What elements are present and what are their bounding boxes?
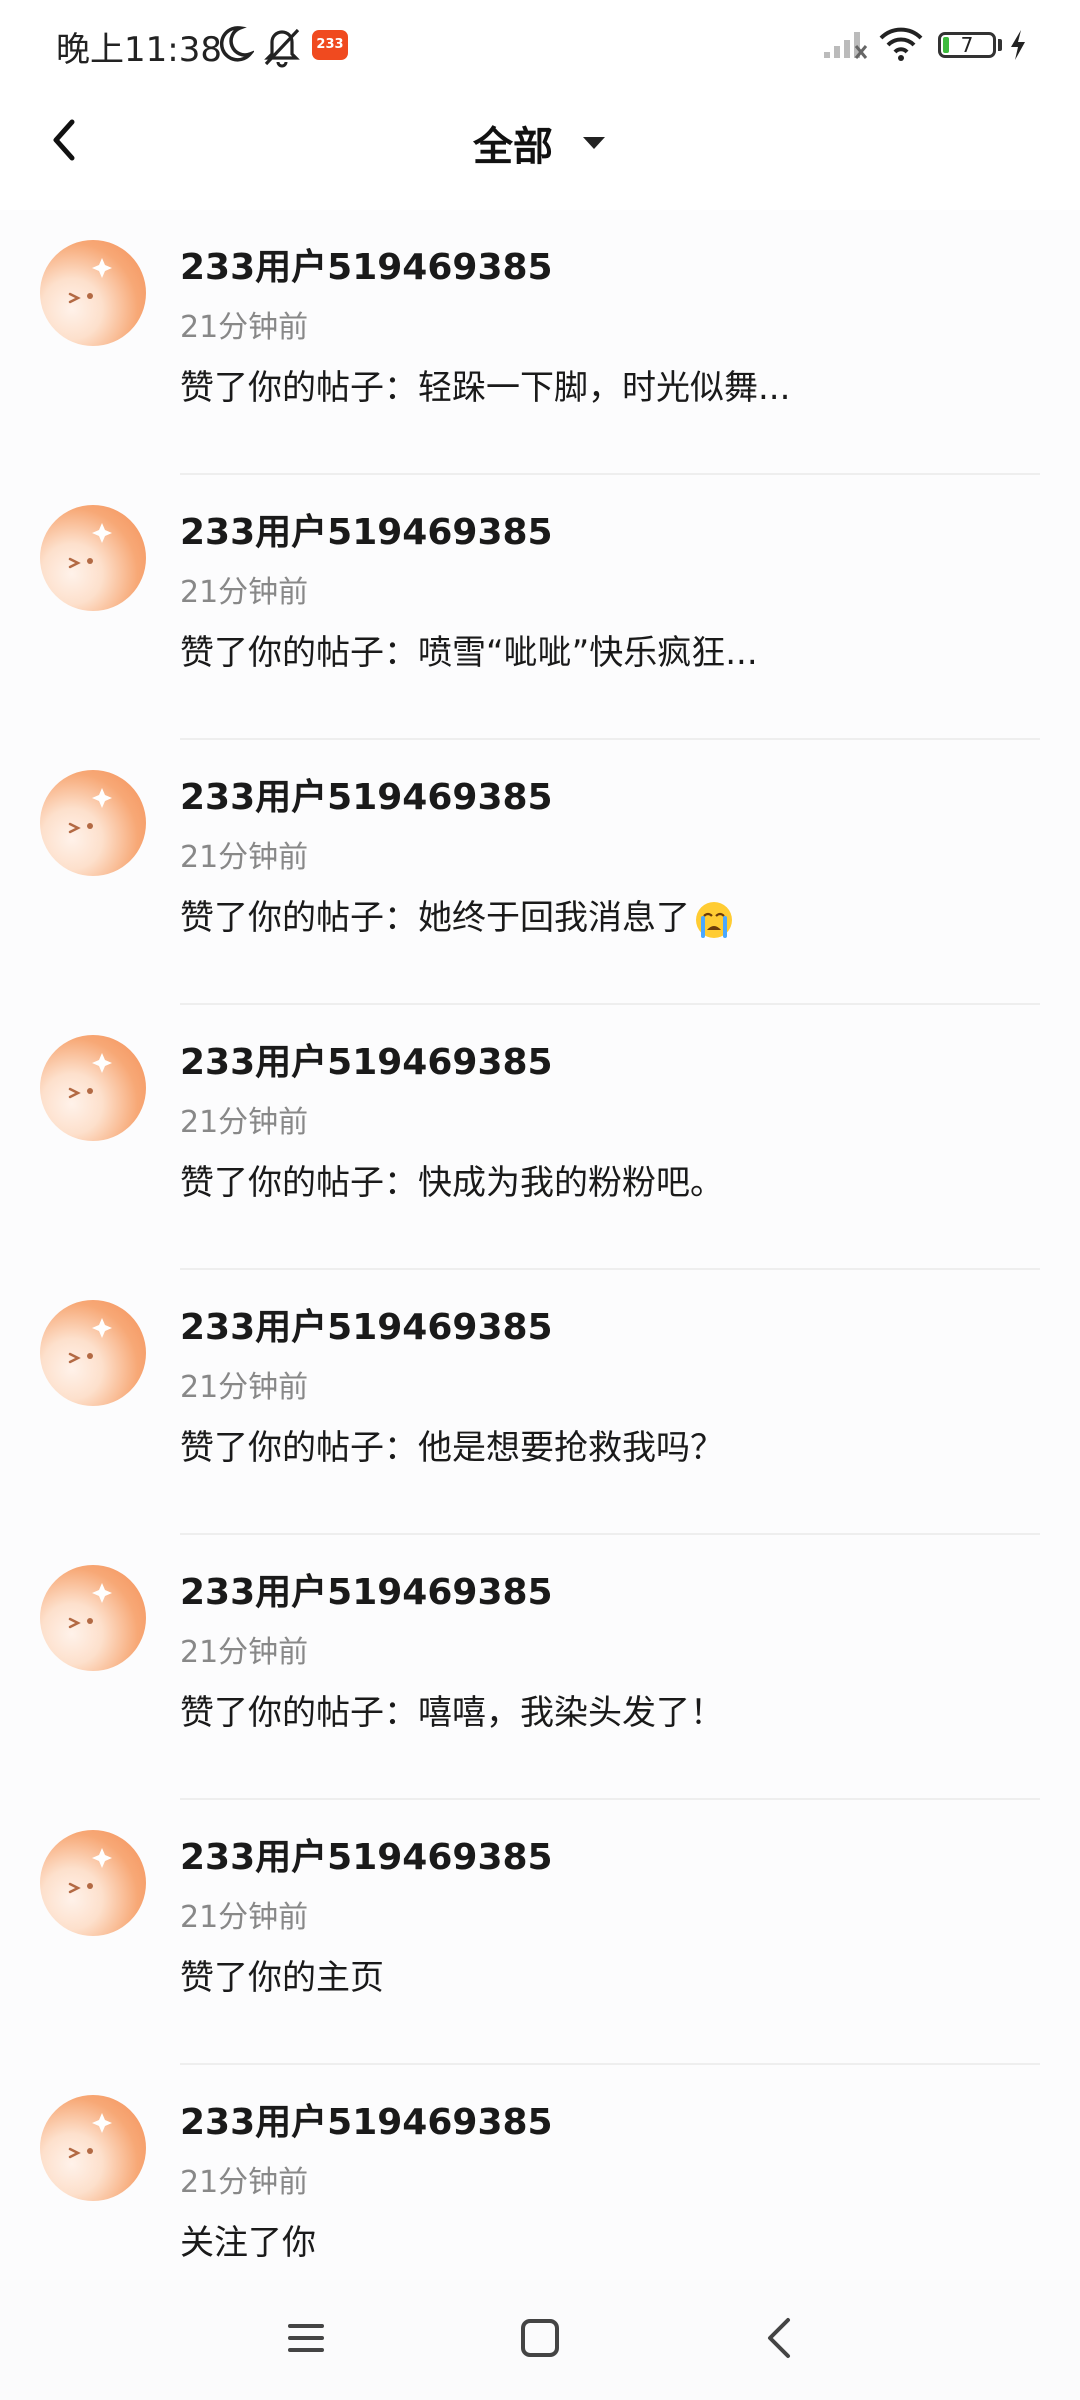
notification-text: 赞了你的帖子：喷雪“呲呲”快乐疯狂...: [180, 625, 758, 674]
avatar[interactable]: [40, 2095, 146, 2201]
home-square-icon[interactable]: [510, 2308, 570, 2368]
username[interactable]: 233用户519469385: [180, 768, 553, 820]
avatar-face-icon: [68, 258, 112, 304]
username[interactable]: 233用户519469385: [180, 503, 553, 555]
system-nav-bar: [0, 2280, 1080, 2400]
status-bar: 晚上11:38 233 7: [0, 0, 1080, 96]
avatar-face-icon: [68, 1053, 112, 1099]
username[interactable]: 233用户519469385: [180, 1828, 553, 1880]
avatar-face-icon: [68, 1318, 112, 1364]
menu-icon[interactable]: [276, 2308, 336, 2368]
timestamp: 21分钟前: [180, 1370, 309, 1405]
moon-icon: [219, 26, 254, 62]
avatar[interactable]: [40, 1565, 146, 1671]
notification-item[interactable]: 233用户519469385 21分钟前 赞了你的帖子：轻跺一下脚，时光似舞..…: [0, 210, 1080, 475]
notification-item[interactable]: 233用户519469385 21分钟前 赞了你的帖子：嘻嘻，我染头发了！: [0, 1535, 1080, 1800]
notification-text-label: 赞了你的帖子：快成为我的粉粉吧。: [180, 1163, 724, 1203]
timestamp: 21分钟前: [180, 1105, 309, 1140]
notification-text: 赞了你的帖子：快成为我的粉粉吧。: [180, 1155, 724, 1204]
bell-off-icon: [264, 28, 300, 68]
avatar[interactable]: [40, 1300, 146, 1406]
app-badge: 233: [312, 30, 348, 60]
avatar[interactable]: [40, 240, 146, 346]
notification-text: 赞了你的帖子：嘻嘻，我染头发了！: [180, 1685, 724, 1734]
notification-item[interactable]: 233用户519469385 21分钟前 赞了你的帖子：她终于回我消息了: [0, 740, 1080, 1005]
timestamp: 21分钟前: [180, 1635, 309, 1670]
notification-text-label: 赞了你的帖子：她终于回我消息了: [180, 898, 690, 938]
filter-dropdown[interactable]: 全部: [0, 114, 1080, 172]
username[interactable]: 233用户519469385: [180, 238, 553, 290]
notification-text: 赞了你的帖子：她终于回我消息了: [180, 890, 734, 940]
notification-text-label: 赞了你的帖子：喷雪“呲呲”快乐疯狂...: [180, 633, 758, 673]
notification-list: 233用户519469385 21分钟前 赞了你的帖子：轻跺一下脚，时光似舞..…: [0, 210, 1080, 2330]
timestamp: 21分钟前: [180, 840, 309, 875]
avatar-face-icon: [68, 788, 112, 834]
caret-down-icon: [582, 137, 605, 149]
avatar[interactable]: [40, 770, 146, 876]
notification-item[interactable]: 233用户519469385 21分钟前 赞了你的主页: [0, 1800, 1080, 2065]
timestamp: 21分钟前: [180, 1900, 309, 1935]
avatar[interactable]: [40, 1830, 146, 1936]
back-triangle-icon[interactable]: [750, 2308, 810, 2368]
header: 全部: [0, 96, 1080, 188]
signal-icon: [824, 32, 868, 59]
avatar-face-icon: [68, 1848, 112, 1894]
notification-text-label: 赞了你的帖子：他是想要抢救我吗？: [180, 1428, 724, 1468]
battery-icon: 7: [938, 32, 996, 58]
avatar-face-icon: [68, 523, 112, 569]
timestamp: 21分钟前: [180, 575, 309, 610]
notification-text: 赞了你的帖子：他是想要抢救我吗？: [180, 1420, 724, 1469]
crying-face-icon: [696, 901, 732, 938]
timestamp: 21分钟前: [180, 310, 309, 345]
username[interactable]: 233用户519469385: [180, 1033, 553, 1085]
page-title: 全部: [473, 124, 554, 170]
wifi-icon: [879, 27, 923, 61]
notification-item[interactable]: 233用户519469385 21分钟前 赞了你的帖子：喷雪“呲呲”快乐疯狂..…: [0, 475, 1080, 740]
notification-text: 关注了你: [180, 2215, 316, 2264]
username[interactable]: 233用户519469385: [180, 1298, 553, 1350]
username[interactable]: 233用户519469385: [180, 1563, 553, 1615]
notification-text-label: 赞了你的主页: [180, 1958, 384, 1998]
notification-text-label: 关注了你: [180, 2223, 316, 2263]
avatar-face-icon: [68, 1583, 112, 1629]
notification-item[interactable]: 233用户519469385 21分钟前 赞了你的帖子：快成为我的粉粉吧。: [0, 1005, 1080, 1270]
username[interactable]: 233用户519469385: [180, 2093, 553, 2145]
battery-nub: [998, 39, 1002, 51]
avatar-face-icon: [68, 2113, 112, 2159]
notification-text: 赞了你的主页: [180, 1950, 384, 1999]
notification-item[interactable]: 233用户519469385 21分钟前 赞了你的帖子：他是想要抢救我吗？: [0, 1270, 1080, 1535]
notification-text: 赞了你的帖子：轻跺一下脚，时光似舞...: [180, 360, 790, 409]
battery-text: 7: [960, 33, 974, 57]
notification-text-label: 赞了你的帖子：嘻嘻，我染头发了！: [180, 1693, 724, 1733]
charging-icon: [1011, 30, 1025, 60]
notification-text-label: 赞了你的帖子：轻跺一下脚，时光似舞...: [180, 368, 791, 408]
avatar[interactable]: [40, 1035, 146, 1141]
avatar[interactable]: [40, 505, 146, 611]
timestamp: 21分钟前: [180, 2165, 309, 2200]
status-time: 晚上11:38: [56, 30, 222, 70]
